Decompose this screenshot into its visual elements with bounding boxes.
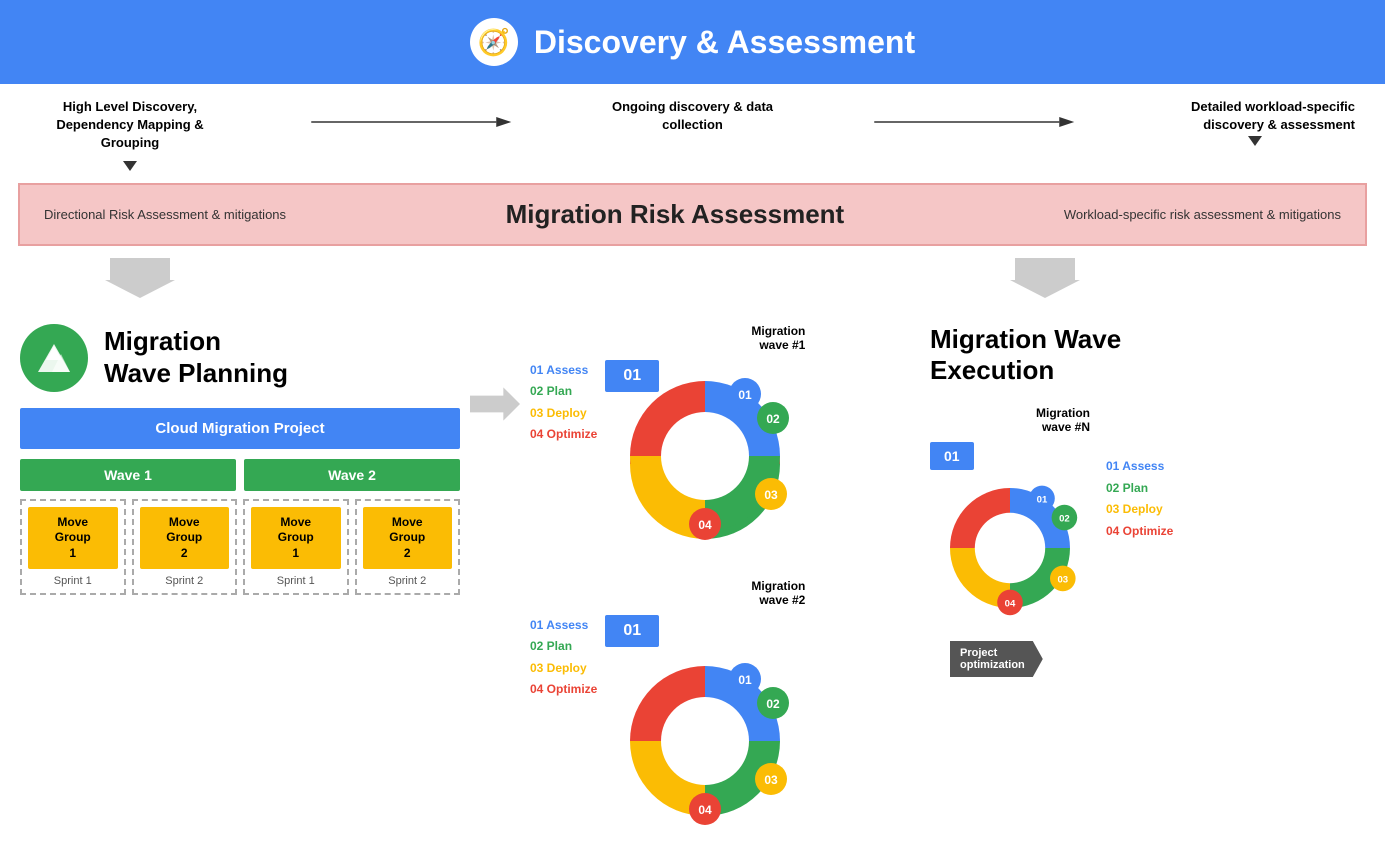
mountain-icon xyxy=(20,324,88,392)
move-group-container-4: MoveGroup2 Sprint 2 xyxy=(355,499,461,596)
svg-text:04: 04 xyxy=(1005,598,1016,609)
discovery-row: High Level Discovery, Dependency Mapping… xyxy=(0,84,1385,177)
waves-row: Wave 1 Wave 2 xyxy=(20,459,460,491)
wave2-banner: 01 xyxy=(605,615,659,647)
discovery-right: Detailed workload-specific discovery & a… xyxy=(1155,98,1355,146)
discovery-arrow-2 xyxy=(793,98,1156,132)
wave2-section: 01 Assess 02 Plan 03 Deploy 04 Optimize … xyxy=(530,579,910,846)
svg-text:01: 01 xyxy=(1037,494,1048,505)
legend-deploy-2: 03 Deploy xyxy=(530,658,597,680)
svg-text:03: 03 xyxy=(1057,574,1068,585)
risk-right: Workload-specific risk assessment & miti… xyxy=(1064,207,1341,222)
svg-text:03: 03 xyxy=(765,773,779,787)
sprint-label-2: Sprint 2 xyxy=(165,575,203,587)
exec-legend-assess: 01 Assess xyxy=(1106,456,1173,478)
wave1-section: 01 Assess 02 Plan 03 Deploy 04 Optimize … xyxy=(530,324,910,559)
wave-planning-header: MigrationWave Planning xyxy=(20,324,460,392)
wave2-donut-area: Migrationwave #2 01 01 02 03 04 xyxy=(605,579,805,846)
section-arrow-1 xyxy=(460,324,530,424)
wave1-label: Wave 1 xyxy=(20,459,236,491)
execution-layout: Migrationwave #N 01 01 02 03 04 xyxy=(930,406,1375,677)
sprint-label-1: Sprint 1 xyxy=(54,575,92,587)
svg-text:04: 04 xyxy=(699,518,713,532)
wave2-legend: 01 Assess 02 Plan 03 Deploy 04 Optimize xyxy=(530,579,597,701)
sprint-label-4: Sprint 2 xyxy=(388,575,426,587)
wave1-donut-area: Migrationwave #1 01 xyxy=(605,324,805,559)
legend-optimize-1: 04 Optimize xyxy=(530,424,597,446)
compass-icon: 🧭 xyxy=(470,18,518,66)
svg-text:04: 04 xyxy=(699,803,713,817)
wave2-label: Wave 2 xyxy=(244,459,460,491)
legend-assess-1: 01 Assess xyxy=(530,360,597,382)
risk-assessment-bar: Directional Risk Assessment & mitigation… xyxy=(18,183,1367,246)
execution-donut-area: Migrationwave #N 01 01 02 03 04 xyxy=(930,406,1090,677)
legend-plan-2: 02 Plan xyxy=(530,636,597,658)
legend-deploy-1: 03 Deploy xyxy=(530,403,597,425)
exec-legend-plan: 02 Plan xyxy=(1106,478,1173,500)
discovery-middle: Ongoing discovery & data collection xyxy=(593,98,793,134)
wave-n-donut: 01 02 03 04 xyxy=(930,468,1090,628)
svg-text:01: 01 xyxy=(739,388,753,402)
main-content: MigrationWave Planning Cloud Migration P… xyxy=(0,304,1385,856)
legend-optimize-2: 04 Optimize xyxy=(530,679,597,701)
exec-legend-optimize: 04 Optimize xyxy=(1106,521,1173,543)
execution-title: Migration WaveExecution xyxy=(930,324,1375,386)
project-opt-arrow: Projectoptimization xyxy=(950,641,1043,677)
wave1-banner: 01 xyxy=(605,360,659,392)
risk-center: Migration Risk Assessment xyxy=(506,199,845,230)
wave-execution-section: Migration WaveExecution Migrationwave #N… xyxy=(910,324,1375,677)
large-arrows-row xyxy=(0,252,1385,304)
wave-n-banner: 01 xyxy=(930,442,974,470)
header-bar: 🧭 Discovery & Assessment xyxy=(0,0,1385,84)
move-group-box-3: MoveGroup1 xyxy=(251,507,341,570)
move-group-box-2: MoveGroup2 xyxy=(140,507,230,570)
project-opt-row: Projectoptimization xyxy=(950,641,1090,677)
legend-assess-2: 01 Assess xyxy=(530,615,597,637)
risk-left: Directional Risk Assessment & mitigation… xyxy=(44,207,286,222)
sprint-label-3: Sprint 1 xyxy=(277,575,315,587)
exec-legend-deploy: 03 Deploy xyxy=(1106,499,1173,521)
legend-plan-1: 02 Plan xyxy=(530,381,597,403)
header-title: Discovery & Assessment xyxy=(534,24,915,61)
move-groups-row: MoveGroup1 Sprint 1 MoveGroup2 Sprint 2 … xyxy=(20,499,460,596)
wave-planning-section: MigrationWave Planning Cloud Migration P… xyxy=(20,324,460,596)
move-group-container-1: MoveGroup1 Sprint 1 xyxy=(20,499,126,596)
move-group-box-4: MoveGroup2 xyxy=(363,507,453,570)
svg-text:02: 02 xyxy=(767,412,781,426)
svg-text:03: 03 xyxy=(765,488,779,502)
wave-n-label: Migrationwave #N xyxy=(930,406,1090,434)
wave1-legend: 01 Assess 02 Plan 03 Deploy 04 Optimize xyxy=(530,324,597,446)
svg-text:01: 01 xyxy=(739,673,753,687)
move-group-container-3: MoveGroup1 Sprint 1 xyxy=(243,499,349,596)
wave1-label-text: Migrationwave #1 xyxy=(605,324,805,352)
cloud-project-bar: Cloud Migration Project xyxy=(20,408,460,449)
wave2-donut: 01 02 03 04 xyxy=(605,641,805,841)
wave2-label-text: Migrationwave #2 xyxy=(605,579,805,607)
wave-planning-title: MigrationWave Planning xyxy=(104,326,288,388)
execution-legend: 01 Assess 02 Plan 03 Deploy 04 Optimize xyxy=(1106,406,1173,542)
discovery-left: High Level Discovery, Dependency Mapping… xyxy=(30,98,230,171)
migration-waves-section: 01 Assess 02 Plan 03 Deploy 04 Optimize … xyxy=(530,324,910,846)
move-group-container-2: MoveGroup2 Sprint 2 xyxy=(132,499,238,596)
svg-text:02: 02 xyxy=(767,697,781,711)
move-group-box-1: MoveGroup1 xyxy=(28,507,118,570)
discovery-arrow-1 xyxy=(230,98,593,132)
svg-text:02: 02 xyxy=(1059,514,1070,525)
